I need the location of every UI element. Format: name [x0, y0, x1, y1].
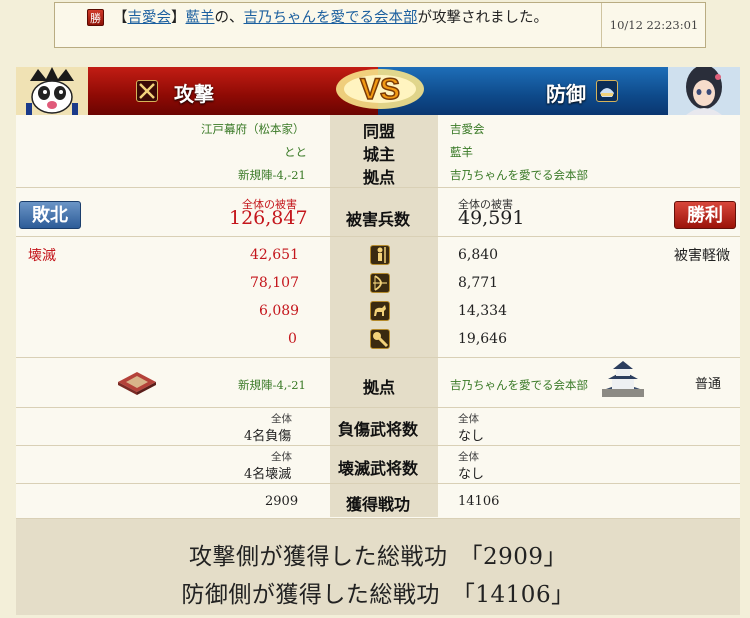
attacker-wounded: 4名負傷: [244, 429, 292, 444]
defender-status: 被害軽微: [674, 248, 730, 264]
damage-label: 被害兵数: [346, 210, 411, 229]
divider: [16, 445, 740, 446]
divider: [16, 483, 740, 484]
attacker-total-damage: 126,847: [229, 207, 308, 229]
attacker-destroyed-scope: 全体: [271, 451, 292, 463]
defender-base-status: 普通: [695, 377, 722, 392]
attacker-wounded-scope: 全体: [271, 413, 292, 425]
defender-lord: 藍羊: [450, 145, 473, 159]
defender-unit-loss: 8,771: [458, 275, 499, 291]
notice-timestamp: 10/12 22:23:01: [601, 3, 706, 47]
defender-total-damage: 49,591: [458, 207, 525, 229]
defender-wounded-scope: 全体: [458, 413, 479, 425]
attacker-base-name: 新規陣-4,-21: [238, 378, 306, 392]
defender-castle-icon: [600, 359, 646, 403]
defender-destroyed: なし: [458, 467, 485, 482]
attack-title: 攻撃: [174, 82, 214, 106]
defender-base-name: 吉乃ちゃんを愛でる会本部: [450, 378, 588, 392]
divider: [16, 407, 740, 408]
base-row-label: 拠点: [363, 378, 396, 397]
victory-badge-icon: 勝: [87, 9, 104, 26]
player-link[interactable]: 藍羊: [186, 10, 215, 26]
attacker-unit-loss: 78,107: [250, 275, 299, 291]
divider: [16, 187, 740, 188]
defense-title: 防御: [546, 82, 586, 106]
attacker-alliance: 江戸幕府（松本家）: [201, 122, 305, 136]
target-base-link[interactable]: 吉乃ちゃんを愛でる会本部: [244, 10, 418, 26]
attacker-lord: とと: [284, 145, 307, 159]
divider: [16, 236, 740, 237]
alliance-link[interactable]: 吉愛会: [128, 10, 172, 26]
bow-archer-icon: [370, 273, 390, 293]
defender-merit: 14106: [458, 494, 500, 509]
defender-summary-line: 防御側が獲得した総戦功 「14106」: [181, 582, 575, 608]
attacker-unit-loss: 42,651: [250, 247, 299, 263]
attacker-merit: 2909: [265, 494, 299, 509]
defender-base: 吉乃ちゃんを愛でる会本部: [450, 168, 588, 182]
base-label: 拠点: [363, 168, 396, 187]
defender-alliance: 吉愛会: [450, 122, 485, 136]
defender-destroyed-scope: 全体: [458, 451, 479, 463]
defender-unit-loss: 19,646: [458, 331, 507, 347]
merit-summary: 攻撃側が獲得した総戦功 「2909」 防御側が獲得した総戦功 「14106」: [16, 519, 740, 615]
notice-message: 【吉愛会】藍羊の、吉乃ちゃんを愛でる会本部が攻撃されました。: [113, 10, 548, 26]
battle-report-panel: 江戸幕府（松本家） 同盟 吉愛会 とと 城主 藍羊 新規陣-4,-21 拠点 吉…: [16, 115, 740, 615]
attacker-summary-line: 攻撃側が獲得した総戦功 「2909」: [188, 544, 568, 570]
attacker-unit-loss: 0: [288, 331, 297, 347]
alliance-label: 同盟: [363, 122, 396, 141]
defender-wounded: なし: [458, 429, 485, 444]
attacker-destroyed: 4名壊滅: [244, 467, 292, 482]
vs-emblem: VS: [334, 61, 426, 115]
merit-label: 獲得戦功: [346, 495, 411, 514]
shield-helmet-icon: [596, 80, 618, 102]
attacker-base: 新規陣-4,-21: [238, 168, 306, 182]
crossed-swords-icon: [136, 80, 158, 102]
destroyed-label: 壊滅武将数: [338, 459, 419, 478]
defender-unit-loss: 6,840: [458, 247, 499, 263]
defender-unit-loss: 14,334: [458, 303, 507, 319]
battle-header: 攻撃 VS 防御: [16, 67, 740, 115]
attacker-camp-icon: [116, 368, 158, 400]
horse-cavalry-icon: [370, 301, 390, 321]
siege-weapon-icon: [370, 329, 390, 349]
divider: [16, 357, 740, 358]
defender-avatar: [668, 67, 740, 115]
attacker-unit-loss: 6,089: [259, 303, 300, 319]
victory-badge: 勝利: [674, 201, 736, 229]
defeat-badge: 敗北: [19, 201, 81, 229]
vs-text: VS: [360, 73, 400, 106]
attacker-avatar: [16, 67, 88, 115]
spear-infantry-icon: [370, 245, 390, 265]
wounded-label: 負傷武将数: [338, 420, 419, 439]
battle-notice: 勝 【吉愛会】藍羊の、吉乃ちゃんを愛でる会本部が攻撃されました。 10/12 2…: [54, 2, 706, 48]
attacker-status: 壊滅: [28, 248, 56, 264]
lord-label: 城主: [363, 145, 396, 164]
